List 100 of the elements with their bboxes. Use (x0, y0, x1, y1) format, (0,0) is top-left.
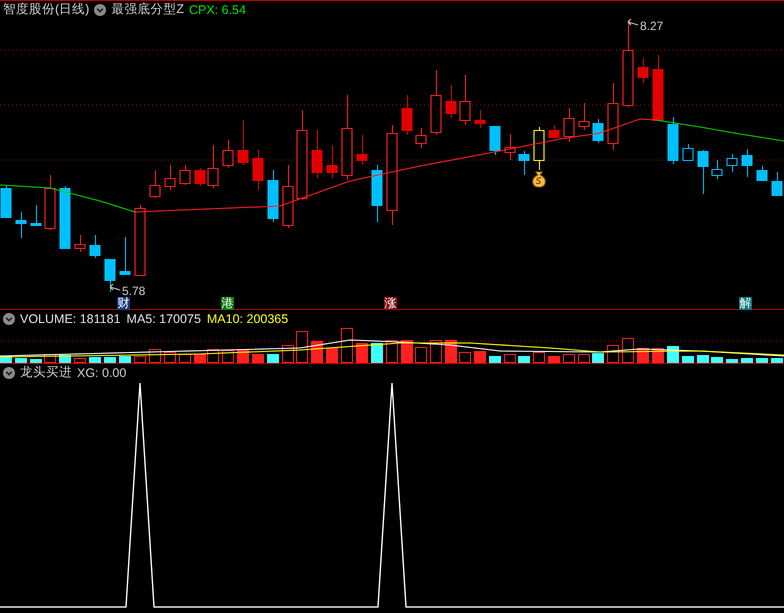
volume-bar (119, 356, 131, 363)
candlestick (446, 84, 456, 118)
indicator-name: 最强底分型Z (111, 1, 184, 18)
candlestick (120, 236, 130, 276)
candlestick (312, 130, 322, 178)
volume-bar (548, 356, 560, 363)
volume-bar (667, 346, 679, 363)
volume-bar (697, 355, 709, 363)
candlestick (682, 144, 694, 161)
volume-bar (30, 359, 42, 363)
event-marker[interactable]: 涨 (384, 297, 397, 310)
candlestick (222, 140, 234, 168)
volume-bar (89, 357, 101, 363)
candlestick (534, 126, 544, 170)
candlestick (712, 160, 722, 180)
indicator-value: CPX: 6.54 (188, 2, 246, 16)
candlestick (180, 164, 190, 186)
candlestick (608, 82, 618, 150)
volume-bar (371, 343, 383, 363)
candlestick (474, 110, 486, 128)
candlestick (668, 116, 678, 164)
event-marker[interactable]: 港 (221, 297, 234, 310)
candlestick (592, 118, 604, 144)
candlestick (60, 186, 70, 249)
volume-bar (726, 359, 738, 363)
volume-bar (756, 358, 768, 363)
candlestick (416, 128, 426, 148)
candlestick (326, 144, 338, 178)
candlestick (134, 204, 146, 276)
candlestick (742, 148, 752, 178)
volume-bar (607, 345, 619, 363)
candlestick (652, 54, 664, 121)
event-marker[interactable]: 解 (739, 297, 752, 310)
arrow-icon (628, 18, 638, 26)
volume-bar (771, 358, 783, 363)
event-marker[interactable]: 财 (117, 297, 130, 310)
volume-bar (563, 354, 575, 363)
candlestick (460, 74, 470, 126)
money-bag-icon (532, 172, 546, 188)
volume-bar (326, 348, 338, 363)
arrow-icon (110, 284, 120, 290)
candlestick (16, 212, 26, 238)
volume-bar (489, 356, 501, 363)
candlestick (252, 150, 264, 190)
volume-bar (282, 345, 294, 363)
volume-bar (222, 350, 234, 363)
candlestick (564, 108, 574, 142)
volume-bar (504, 354, 516, 363)
volume-bar (459, 352, 471, 363)
volume-bar (592, 353, 604, 363)
volume-bar (179, 354, 191, 363)
candlestick (0, 184, 12, 218)
stock-title: 智度股份(日线) (3, 1, 90, 18)
volume-readout: VOLUME: 181181 (20, 312, 121, 326)
volume-bar (15, 358, 27, 363)
volume-bar (356, 343, 368, 363)
volume-bar (134, 356, 146, 363)
volume-bar (267, 354, 279, 363)
candlestick (90, 234, 100, 258)
candlestick (208, 144, 218, 188)
candlestick (490, 126, 500, 156)
volume-bar (341, 328, 353, 363)
volume-bar (74, 358, 86, 363)
volume-bar (445, 340, 457, 363)
volume-bar (104, 357, 116, 363)
candlestick (282, 164, 294, 228)
candlestick (638, 58, 648, 84)
volume-bar (578, 354, 590, 363)
dropdown-icon[interactable] (94, 4, 106, 16)
dropdown-icon[interactable] (3, 312, 15, 324)
volume-bar (711, 357, 723, 363)
volume-bar (533, 352, 545, 363)
candlestick (372, 164, 382, 222)
dropdown-icon[interactable] (3, 366, 15, 378)
volume-bar (311, 341, 323, 363)
indicator-value: XG: 0.00 (77, 366, 126, 380)
candlestick (30, 204, 42, 226)
volume-bar (682, 356, 694, 363)
candlestick (518, 150, 530, 176)
candlestick (726, 154, 738, 172)
volume-bar (474, 351, 486, 363)
volume-readout: MA5: 170075 (126, 312, 201, 326)
volume-bar (518, 356, 530, 363)
volume-bar (622, 338, 634, 363)
candlestick (772, 172, 782, 196)
candlestick (504, 134, 516, 160)
candlestick (430, 70, 442, 136)
price-label: 5.78 (122, 284, 146, 298)
indicator-title: 龙头买进 (20, 364, 72, 381)
candlestick (74, 234, 86, 252)
candlestick (402, 94, 412, 136)
volume-bar (401, 340, 413, 363)
candlestick (578, 102, 590, 130)
candlestick (268, 170, 278, 222)
price-label: 8.27 (640, 19, 664, 33)
volume-bar (430, 340, 442, 363)
volume-readout: MA10: 200365 (206, 312, 288, 326)
candlestick (356, 134, 368, 166)
volume-bar (415, 347, 427, 363)
volume-bar (164, 352, 176, 363)
